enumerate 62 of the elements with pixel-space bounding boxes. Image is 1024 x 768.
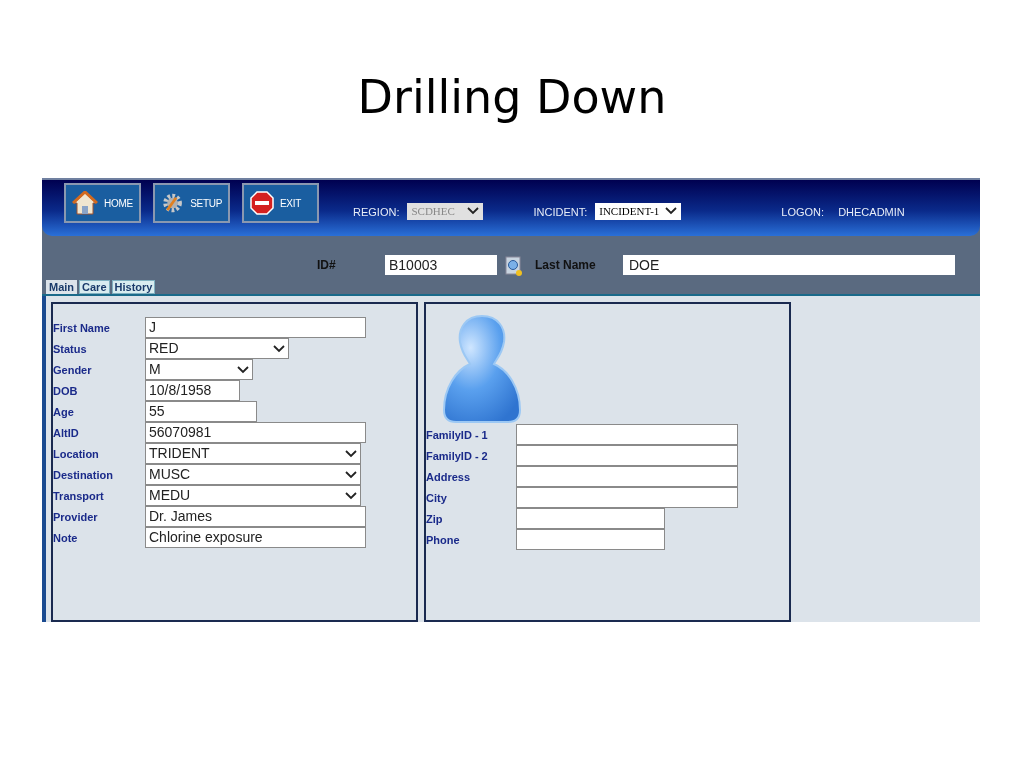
field-label: Status [53, 342, 88, 357]
slide-title: Drilling Down [356, 70, 668, 126]
input-field[interactable]: Dr. James [145, 506, 366, 527]
caret-icon [273, 344, 285, 353]
incident-dropdown[interactable]: INCIDENT-1 [595, 202, 682, 220]
caret-icon [345, 491, 357, 500]
last-name-field[interactable]: DOE [623, 255, 955, 275]
input-field[interactable] [516, 529, 665, 550]
input-field[interactable]: Chlorine exposure [145, 527, 366, 548]
field-label: Transport [53, 489, 105, 504]
input-field[interactable]: 55 [145, 401, 257, 422]
id-label: ID# [317, 258, 337, 272]
caret-icon [237, 365, 249, 374]
dropdown[interactable]: MUSC [145, 464, 361, 485]
field-label: Note [53, 531, 79, 546]
field-label: Gender [53, 363, 93, 378]
dropdown[interactable]: TRIDENT [145, 443, 361, 464]
input-field[interactable] [516, 466, 738, 487]
field-label: Address [426, 470, 472, 485]
input-field[interactable] [516, 508, 665, 529]
field-label: City [426, 491, 448, 506]
tab[interactable]: Main [46, 280, 78, 294]
region-label: REGION: [353, 206, 400, 218]
home-button[interactable]: HOME [64, 183, 141, 223]
field-label: FamilyID - 1 [426, 428, 489, 443]
tab[interactable]: Care [79, 280, 110, 294]
last-name-label: Last Name [535, 258, 597, 272]
input-field[interactable]: 10/8/1958 [145, 380, 240, 401]
caret-icon [467, 207, 480, 215]
id-field[interactable]: B10003 [385, 255, 497, 275]
field-label: FamilyID - 2 [426, 449, 489, 464]
stop-sign-icon [250, 191, 274, 215]
search-icon [505, 256, 523, 276]
dropdown[interactable]: MEDU [145, 485, 361, 506]
person-silhouette-icon [442, 314, 522, 424]
exit-button[interactable]: EXIT [242, 183, 319, 223]
input-field[interactable]: 56070981 [145, 422, 366, 443]
input-field[interactable]: J [145, 317, 366, 338]
field-label: Age [53, 405, 75, 420]
incident-label: INCIDENT: [533, 206, 588, 218]
field-label: Destination [53, 468, 114, 483]
logon-label: LOGON: [781, 206, 825, 218]
gear-icon [161, 191, 185, 215]
dropdown[interactable]: M [145, 359, 253, 380]
field-label: Provider [53, 510, 99, 525]
input-field[interactable] [516, 424, 738, 445]
field-label: Zip [426, 512, 444, 527]
input-field[interactable] [516, 445, 738, 466]
field-label: Phone [426, 533, 461, 548]
caret-icon [345, 449, 357, 458]
tab[interactable]: History [111, 280, 156, 294]
field-label: AltID [53, 426, 80, 441]
caret-icon [665, 207, 678, 215]
field-label: DOB [53, 384, 79, 399]
setup-button[interactable]: SETUP [153, 183, 230, 223]
house-icon [72, 191, 98, 215]
field-label: Location [53, 447, 100, 462]
dropdown[interactable]: RED [145, 338, 289, 359]
logon-user: DHECADMIN [838, 206, 905, 218]
caret-icon [345, 470, 357, 479]
field-label: First Name [53, 321, 111, 336]
input-field[interactable] [516, 487, 738, 508]
